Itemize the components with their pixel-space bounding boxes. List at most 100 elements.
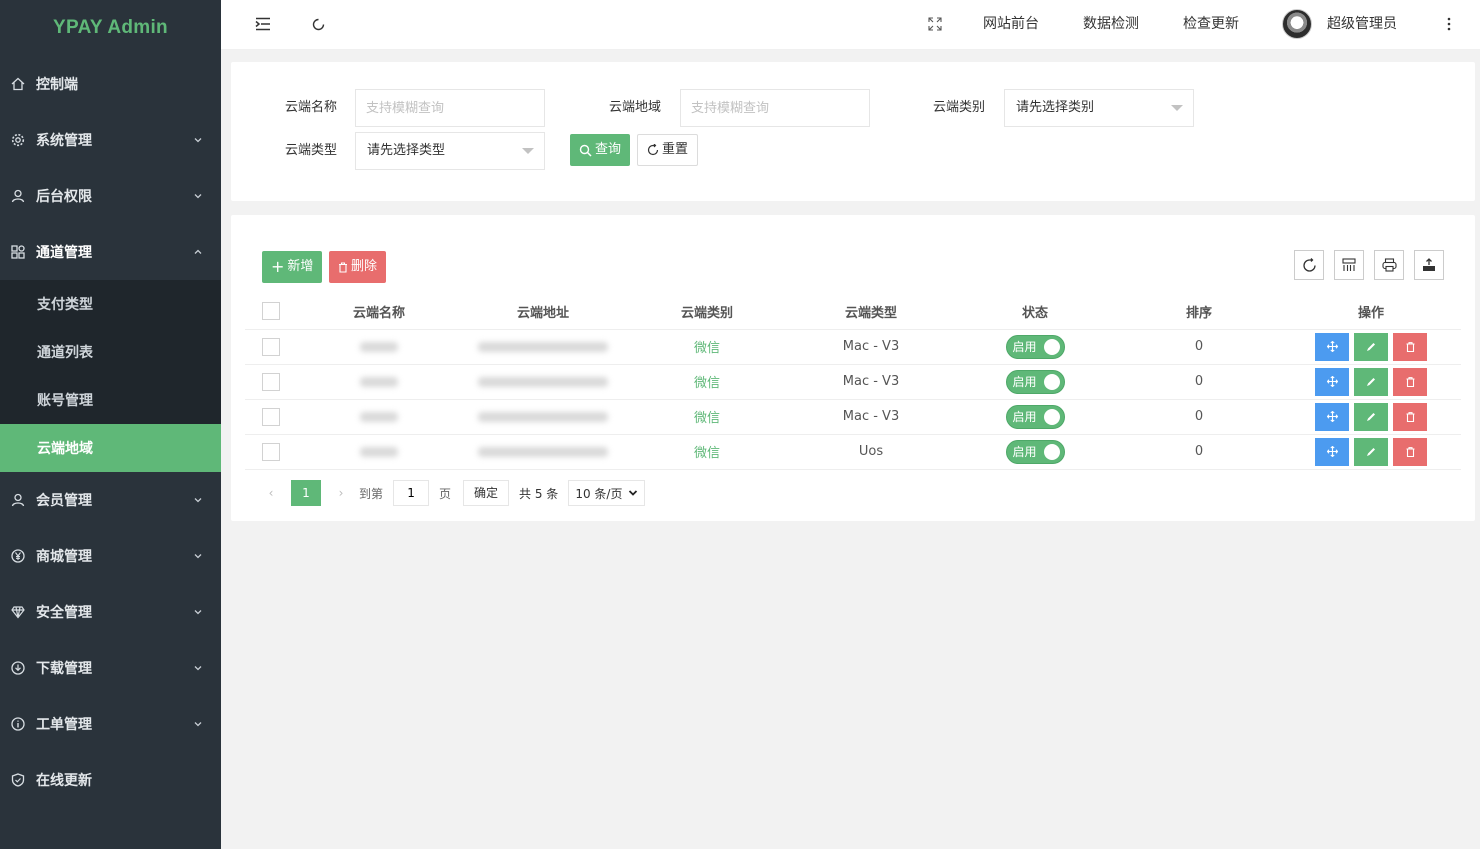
- reset-button-label: 重置: [662, 142, 689, 157]
- goto-page-input[interactable]: [393, 480, 430, 506]
- chevron-down-icon: [194, 610, 202, 615]
- table-export-button[interactable]: [1414, 250, 1444, 280]
- next-page-icon[interactable]: ›: [331, 486, 351, 500]
- cell-type: Uos: [789, 434, 953, 470]
- toggle-knob: [1043, 373, 1060, 390]
- table-print-button[interactable]: [1374, 250, 1404, 280]
- cell-category: 微信: [625, 364, 789, 400]
- select-all-checkbox[interactable]: [262, 302, 280, 321]
- row-delete-button[interactable]: [1393, 402, 1427, 431]
- row-checkbox[interactable]: [262, 372, 280, 391]
- search-panel: 云端名称 云端地域 云端类别 请先选择类别 云端类型 请先选择类型 查询 重置: [231, 62, 1475, 201]
- pencil-icon: [1367, 412, 1375, 421]
- search-region-input[interactable]: [680, 89, 870, 127]
- sidebar-subitem-cloud-region[interactable]: 云端地域: [0, 424, 221, 472]
- sidebar-item-label: 系统管理: [36, 133, 92, 149]
- sidebar-subitem-pay-types[interactable]: 支付类型: [0, 280, 221, 328]
- query-button[interactable]: 查询: [570, 134, 631, 166]
- sidebar-subitem-channel-list[interactable]: 通道列表: [0, 328, 221, 376]
- sidebar-item-downloads[interactable]: 下载管理: [0, 640, 221, 696]
- edit-button[interactable]: [1354, 332, 1388, 361]
- chevron-down-icon: [194, 666, 202, 671]
- status-toggle[interactable]: 启用: [1005, 369, 1065, 394]
- search-category-label: 云端类别: [933, 100, 986, 115]
- search-type-label: 云端类型: [285, 143, 338, 158]
- more-vertical-icon[interactable]: [1440, 15, 1458, 33]
- move-button[interactable]: [1315, 402, 1349, 431]
- edit-button[interactable]: [1354, 402, 1388, 431]
- move-button[interactable]: [1315, 367, 1349, 396]
- move-button[interactable]: [1315, 332, 1349, 361]
- search-name-input[interactable]: [355, 89, 545, 127]
- status-toggle[interactable]: 启用: [1005, 334, 1065, 359]
- row-delete-button[interactable]: [1393, 332, 1427, 361]
- edit-button[interactable]: [1354, 437, 1388, 466]
- status-toggle[interactable]: 启用: [1005, 404, 1065, 429]
- avatar[interactable]: [1282, 9, 1312, 39]
- header-link-frontend[interactable]: 网站前台: [983, 0, 1039, 48]
- diamond-icon: [10, 604, 26, 620]
- search-category-select[interactable]: 请先选择类别: [1004, 89, 1194, 127]
- pagination: ‹ 1 › 到第 页 确定 共 5 条 10 条/页: [261, 479, 646, 507]
- edit-button[interactable]: [1354, 367, 1388, 396]
- goto-confirm-button[interactable]: 确定: [463, 480, 510, 506]
- menu-fold-icon[interactable]: [254, 15, 272, 33]
- yen-icon: [10, 548, 26, 564]
- fullscreen-icon[interactable]: [926, 15, 944, 33]
- status-toggle-label: 启用: [1012, 410, 1037, 424]
- toggle-knob: [1043, 408, 1060, 425]
- refresh-icon[interactable]: [309, 15, 327, 33]
- chevron-down-icon: [629, 490, 638, 496]
- search-type-select[interactable]: 请先选择类型: [355, 132, 545, 170]
- redacted-address: [478, 411, 608, 422]
- table-panel: + 新增 删除 云端名称 云端地址 云端类别 云端类型 状态 排序 操作 微信 …: [231, 215, 1475, 521]
- columns-icon: [1342, 258, 1356, 271]
- user-icon: [10, 492, 26, 508]
- refresh-icon: [1302, 257, 1316, 272]
- sidebar-item-members[interactable]: 会员管理: [0, 472, 221, 528]
- sidebar-item-shop[interactable]: 商城管理: [0, 528, 221, 584]
- pencil-icon: [1367, 342, 1375, 351]
- cell-type: Mac - V3: [789, 399, 953, 435]
- refresh-icon: [647, 144, 659, 156]
- row-checkbox[interactable]: [262, 442, 280, 461]
- sidebar-item-online-update[interactable]: 在线更新: [0, 752, 221, 808]
- trash-icon: [1406, 341, 1414, 352]
- status-toggle-label: 启用: [1012, 340, 1037, 354]
- move-button[interactable]: [1315, 437, 1349, 466]
- delete-button[interactable]: 删除: [329, 251, 387, 283]
- table-refresh-button[interactable]: [1294, 250, 1324, 280]
- page-number-current[interactable]: 1: [291, 480, 321, 506]
- sidebar-item-label: 下载管理: [36, 661, 92, 677]
- prev-page-icon[interactable]: ‹: [261, 486, 281, 500]
- row-checkbox[interactable]: [262, 407, 280, 426]
- header-link-data-check[interactable]: 数据检测: [1083, 0, 1139, 48]
- page-size-select[interactable]: 10 条/页: [568, 480, 646, 506]
- header-user-name[interactable]: 超级管理员: [1327, 0, 1397, 48]
- cloud-region-table: 云端名称 云端地址 云端类别 云端类型 状态 排序 操作 微信 Mac - V3…: [245, 294, 1461, 470]
- sidebar-item-system[interactable]: 系统管理: [0, 112, 221, 168]
- header-link-check-update[interactable]: 检查更新: [1183, 0, 1239, 48]
- move-icon: [1326, 411, 1338, 422]
- sidebar-item-tickets[interactable]: 工单管理: [0, 696, 221, 752]
- trash-icon: [1406, 411, 1414, 422]
- sidebar-item-console[interactable]: 控制端: [0, 56, 221, 112]
- sidebar-item-channels[interactable]: 通道管理: [0, 224, 221, 280]
- reset-button[interactable]: 重置: [637, 134, 699, 166]
- table-columns-button[interactable]: [1334, 250, 1364, 280]
- table-row: 微信 Uos 启用 0: [245, 434, 1461, 470]
- row-delete-button[interactable]: [1393, 367, 1427, 396]
- sidebar-item-security[interactable]: 安全管理: [0, 584, 221, 640]
- row-checkbox[interactable]: [262, 337, 280, 356]
- sidebar-subitem-accounts[interactable]: 账号管理: [0, 376, 221, 424]
- user-icon: [10, 188, 26, 204]
- home-icon: [10, 76, 26, 92]
- move-icon: [1326, 376, 1338, 387]
- search-name-label: 云端名称: [285, 100, 338, 115]
- sidebar-item-permissions[interactable]: 后台权限: [0, 168, 221, 224]
- top-header: 网站前台 数据检测 检查更新 超级管理员: [221, 0, 1480, 50]
- status-toggle[interactable]: 启用: [1005, 439, 1065, 464]
- add-button[interactable]: + 新增: [262, 251, 323, 283]
- cell-category: 微信: [625, 329, 789, 365]
- row-delete-button[interactable]: [1393, 437, 1427, 466]
